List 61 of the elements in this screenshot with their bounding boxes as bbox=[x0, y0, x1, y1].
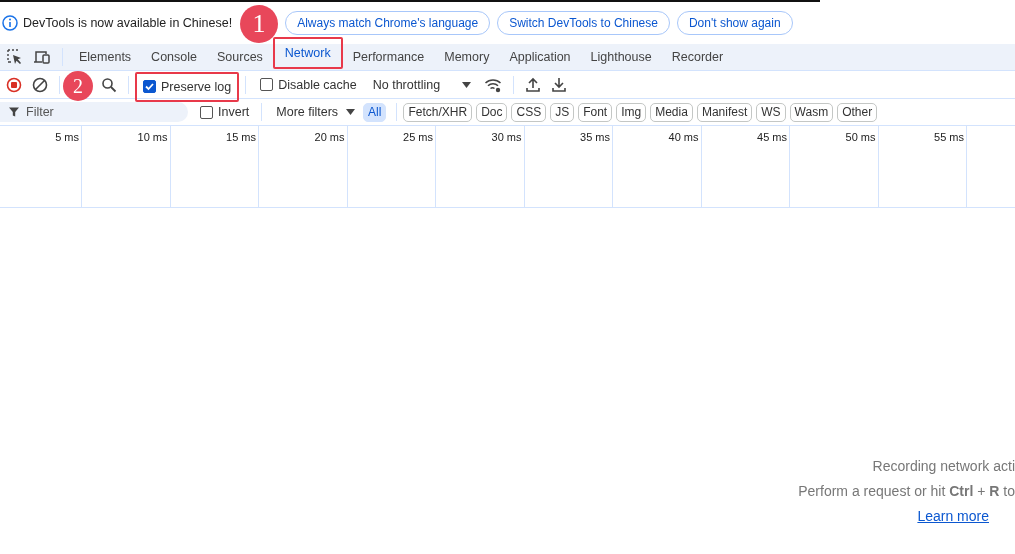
time-tick-label: 10 ms bbox=[137, 131, 168, 143]
checkbox-label[interactable]: Preserve log bbox=[161, 79, 232, 94]
panel-tab[interactable]: Console bbox=[141, 45, 207, 69]
caret-icon bbox=[462, 81, 472, 88]
wifi-icon[interactable] bbox=[484, 76, 503, 93]
clear-icon[interactable] bbox=[32, 76, 48, 93]
panel-tab[interactable]: Sources bbox=[207, 45, 273, 69]
panel-tab[interactable]: Lighthouse bbox=[580, 45, 662, 69]
more-filters-dropdown[interactable]: More filters bbox=[268, 105, 364, 119]
learn-more-link[interactable]: Learn more bbox=[917, 508, 989, 524]
inspect-icon[interactable] bbox=[7, 49, 23, 65]
checkbox-label[interactable]: Invert bbox=[218, 105, 250, 119]
device-toolbar-icon[interactable] bbox=[33, 49, 51, 65]
time-tick-label: 35 ms bbox=[580, 131, 610, 143]
type-filter-chip[interactable]: Img bbox=[616, 102, 647, 122]
time-tick-label: 45 ms bbox=[757, 131, 787, 143]
type-filter-chip[interactable]: Font bbox=[578, 102, 613, 122]
type-filter-chip[interactable]: Media bbox=[650, 102, 693, 122]
empty-state-title: Recording network acti bbox=[872, 458, 1015, 474]
step-number-badge: 1 bbox=[240, 5, 278, 43]
banner-message: DevTools is now available in Chinese! bbox=[23, 16, 233, 30]
time-tick-label: 55 ms bbox=[934, 131, 964, 143]
type-filter-chip[interactable]: Fetch/XHR bbox=[403, 102, 473, 122]
type-filter-chip[interactable]: WS bbox=[756, 102, 786, 122]
checkbox[interactable] bbox=[143, 80, 156, 93]
upload-icon[interactable] bbox=[525, 76, 542, 93]
type-filter-chip[interactable]: Wasm bbox=[789, 102, 834, 122]
time-tick-label: 5 ms bbox=[55, 131, 79, 143]
checkbox[interactable] bbox=[260, 78, 274, 91]
step-number-badge: 2 bbox=[63, 71, 93, 101]
caret-icon bbox=[346, 109, 356, 115]
download-icon[interactable] bbox=[551, 76, 568, 93]
time-tick-label: 50 ms bbox=[845, 131, 876, 143]
banner-button[interactable]: Switch DevTools to Chinese bbox=[497, 11, 670, 35]
search-icon[interactable] bbox=[101, 76, 117, 93]
panel-tab[interactable]: Application bbox=[499, 45, 581, 69]
type-filter-chip[interactable]: All bbox=[363, 102, 387, 122]
panel-tab[interactable]: Network bbox=[274, 41, 341, 65]
type-filter-chip[interactable]: CSS bbox=[511, 102, 547, 122]
record-icon[interactable] bbox=[6, 76, 22, 93]
type-filter-chip[interactable]: Other bbox=[837, 102, 878, 122]
filter-field[interactable]: Filter bbox=[0, 102, 188, 122]
banner-button[interactable]: Always match Chrome's language bbox=[285, 11, 491, 35]
time-tick-label: 30 ms bbox=[491, 131, 522, 143]
type-filter-chip[interactable]: Doc bbox=[476, 102, 508, 122]
time-tick-label: 15 ms bbox=[226, 131, 256, 143]
banner-button[interactable]: Don't show again bbox=[676, 11, 793, 35]
type-filter-chip[interactable]: JS bbox=[550, 102, 575, 122]
panel-tab[interactable]: Recorder bbox=[661, 45, 734, 69]
panel-tab[interactable]: Elements bbox=[69, 45, 142, 69]
time-tick-label: 25 ms bbox=[403, 131, 433, 143]
panel-tab[interactable]: Memory bbox=[434, 45, 500, 69]
type-filter-chip[interactable]: Manifest bbox=[696, 102, 753, 122]
checkbox[interactable] bbox=[200, 105, 213, 119]
empty-state-hint: Perform a request or hit Ctrl + R to bbox=[798, 483, 1015, 499]
time-tick-label: 40 ms bbox=[668, 131, 699, 143]
info-icon bbox=[2, 15, 18, 31]
throttling-dropdown[interactable]: No throttling bbox=[364, 77, 480, 92]
checkbox-label[interactable]: Disable cache bbox=[278, 77, 357, 92]
time-tick-label: 20 ms bbox=[314, 131, 345, 143]
panel-tab[interactable]: Performance bbox=[342, 45, 435, 69]
